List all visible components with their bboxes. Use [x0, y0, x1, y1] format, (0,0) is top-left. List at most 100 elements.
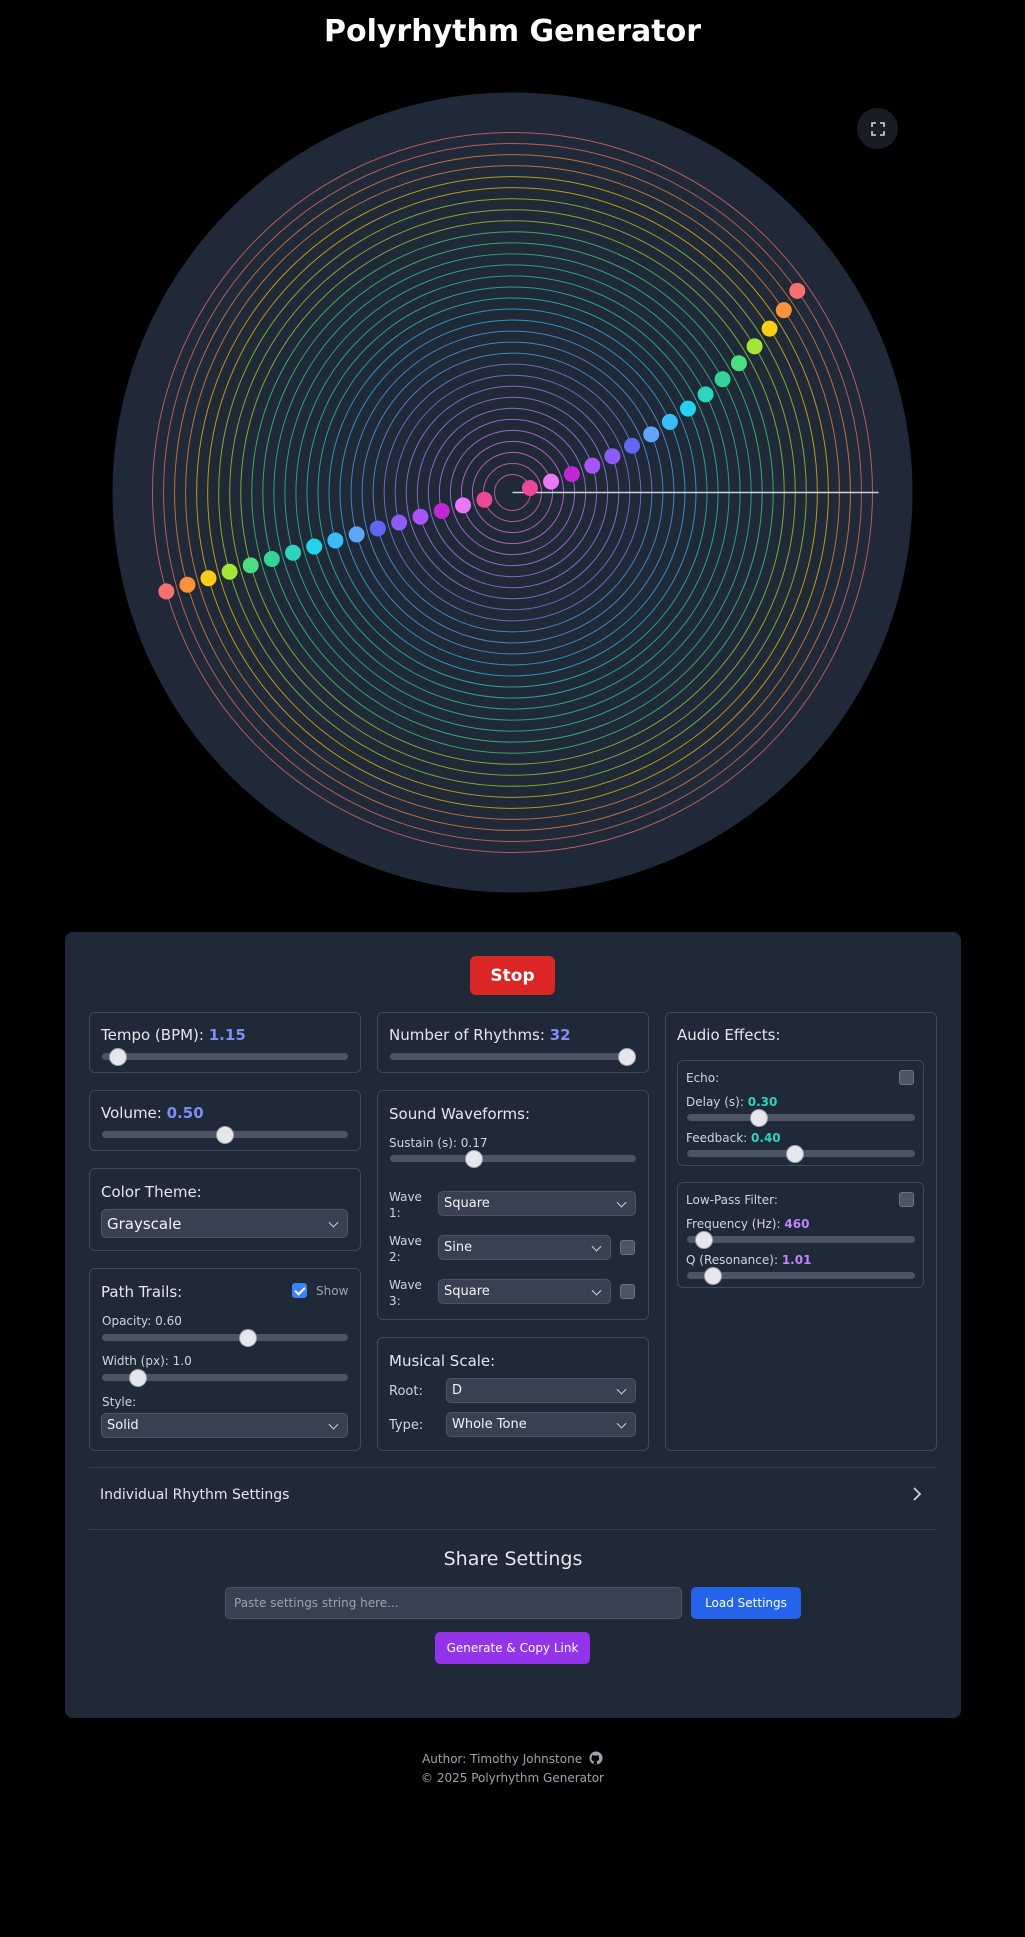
- rhythm-dot: [391, 514, 408, 531]
- scale-type-label: Type:: [389, 1418, 424, 1433]
- chevron-down-icon: [616, 1384, 627, 1395]
- chevron-down-icon: [328, 1217, 339, 1228]
- musical-scale-label: Musical Scale:: [389, 1352, 496, 1370]
- show-trails-checkbox[interactable]: [292, 1283, 307, 1298]
- wave1-select[interactable]: Square: [438, 1191, 636, 1216]
- echo-enable-checkbox[interactable]: [899, 1070, 914, 1085]
- wave1-label: Wave 1:: [389, 1190, 422, 1220]
- rhythm-dot: [563, 466, 580, 483]
- delay-label: Delay (s): 0.30: [686, 1095, 778, 1109]
- color-theme-label: Color Theme:: [101, 1183, 202, 1201]
- page-title: Polyrhythm Generator: [323, 14, 701, 49]
- rhythm-dot: [543, 473, 560, 490]
- root-select[interactable]: D: [446, 1378, 636, 1403]
- rhythm-dot: [730, 355, 747, 372]
- chevron-down-icon: [591, 1241, 602, 1252]
- feedback-label: Feedback: 0.40: [686, 1131, 781, 1145]
- rhythm-dot: [697, 386, 714, 403]
- rhythm-dot: [761, 320, 778, 337]
- rhythm-dot: [158, 583, 175, 600]
- rhythm-dot: [221, 563, 238, 580]
- wave3-select[interactable]: Square: [438, 1279, 611, 1304]
- footer-author: Author: Timothy Johnstone: [0, 1751, 1025, 1766]
- rhythm-dot: [306, 538, 323, 555]
- frequency-slider[interactable]: [687, 1236, 915, 1243]
- rhythm-dot: [327, 532, 344, 549]
- tempo-slider-thumb[interactable]: [108, 1048, 127, 1066]
- fullscreen-button[interactable]: [857, 108, 898, 149]
- divider: [89, 1467, 937, 1468]
- tempo-label: Tempo (BPM): 1.15: [101, 1026, 246, 1044]
- delay-slider-thumb[interactable]: [750, 1109, 768, 1127]
- polyrhythm-visualization[interactable]: [112, 92, 913, 893]
- rhythm-dot: [643, 426, 660, 443]
- stop-button[interactable]: Stop: [470, 956, 555, 995]
- opacity-slider[interactable]: [102, 1334, 348, 1341]
- wave2-select[interactable]: Sine: [438, 1235, 611, 1260]
- show-trails-label: Show: [316, 1284, 349, 1298]
- tempo-slider[interactable]: [102, 1053, 348, 1060]
- delay-slider[interactable]: [687, 1114, 915, 1121]
- trail-style-select[interactable]: Solid: [101, 1413, 348, 1438]
- load-settings-button[interactable]: Load Settings: [691, 1587, 801, 1619]
- root-label: Root:: [389, 1384, 423, 1399]
- rhythm-dot: [476, 491, 493, 508]
- wave2-label: Wave 2:: [389, 1234, 422, 1264]
- q-label: Q (Resonance): 1.01: [686, 1253, 812, 1267]
- waveforms-label: Sound Waveforms:: [389, 1105, 531, 1123]
- num-rhythms-label: Number of Rhythms: 32: [389, 1026, 571, 1044]
- rhythm-dot: [348, 526, 365, 543]
- rhythm-dot: [789, 282, 806, 299]
- github-icon[interactable]: [589, 1751, 603, 1765]
- feedback-value: 0.40: [751, 1131, 781, 1145]
- chevron-down-icon: [328, 1419, 339, 1430]
- num-rhythms-slider-thumb[interactable]: [618, 1048, 636, 1066]
- opacity-slider-thumb[interactable]: [238, 1329, 257, 1347]
- num-rhythms-value: 32: [549, 1026, 571, 1044]
- rhythm-dot: [455, 497, 472, 514]
- settings-string-input[interactable]: Paste settings string here...: [225, 1587, 682, 1619]
- chevron-right-icon[interactable]: [912, 1487, 922, 1501]
- rhythm-dot: [412, 508, 429, 525]
- opacity-value: 0.60: [155, 1314, 182, 1328]
- tempo-value: 1.15: [208, 1026, 246, 1044]
- style-label: Style:: [102, 1395, 137, 1409]
- rhythm-dot: [242, 557, 259, 574]
- num-rhythms-slider[interactable]: [390, 1053, 636, 1060]
- rhythm-dot: [433, 503, 450, 520]
- sustain-slider[interactable]: [390, 1155, 636, 1162]
- rhythm-dot: [661, 413, 678, 430]
- audio-effects-label: Audio Effects:: [677, 1026, 781, 1044]
- rhythm-dot: [369, 520, 386, 537]
- visualization-canvas[interactable]: [112, 92, 913, 893]
- sustain-label: Sustain (s): 0.17: [389, 1136, 488, 1150]
- path-trails-label: Path Trails:: [101, 1283, 183, 1301]
- wave2-enable-checkbox[interactable]: [620, 1240, 635, 1255]
- footer-copyright: © 2025 Polyrhythm Generator: [421, 1771, 604, 1785]
- echo-label: Echo:: [686, 1071, 720, 1085]
- delay-value: 0.30: [747, 1095, 778, 1109]
- feedback-slider-thumb[interactable]: [785, 1145, 804, 1163]
- lowpass-enable-checkbox[interactable]: [899, 1192, 914, 1207]
- generate-copy-link-button[interactable]: Generate & Copy Link: [435, 1632, 590, 1664]
- divider: [89, 1529, 937, 1530]
- rhythm-dot: [746, 338, 763, 355]
- opacity-label: Opacity: 0.60: [102, 1314, 182, 1328]
- lowpass-label: Low-Pass Filter:: [686, 1193, 778, 1207]
- volume-slider-thumb[interactable]: [216, 1126, 234, 1144]
- rhythm-dot: [714, 371, 731, 388]
- color-theme-select[interactable]: Grayscale: [101, 1209, 348, 1238]
- rhythm-dot: [285, 544, 302, 561]
- wave3-enable-checkbox[interactable]: [620, 1284, 635, 1299]
- q-value: 1.01: [781, 1253, 812, 1267]
- rhythm-dot: [604, 448, 621, 465]
- volume-label: Volume: 0.50: [101, 1104, 204, 1122]
- chevron-down-icon: [591, 1285, 602, 1296]
- scale-type-select[interactable]: Whole Tone: [446, 1412, 636, 1437]
- individual-rhythm-settings-toggle[interactable]: Individual Rhythm Settings: [100, 1487, 289, 1503]
- rhythm-dot: [200, 570, 217, 587]
- frequency-value: 460: [784, 1217, 810, 1231]
- q-slider-thumb[interactable]: [703, 1267, 722, 1285]
- rhythm-dot: [521, 480, 538, 497]
- expand-icon: [870, 121, 885, 136]
